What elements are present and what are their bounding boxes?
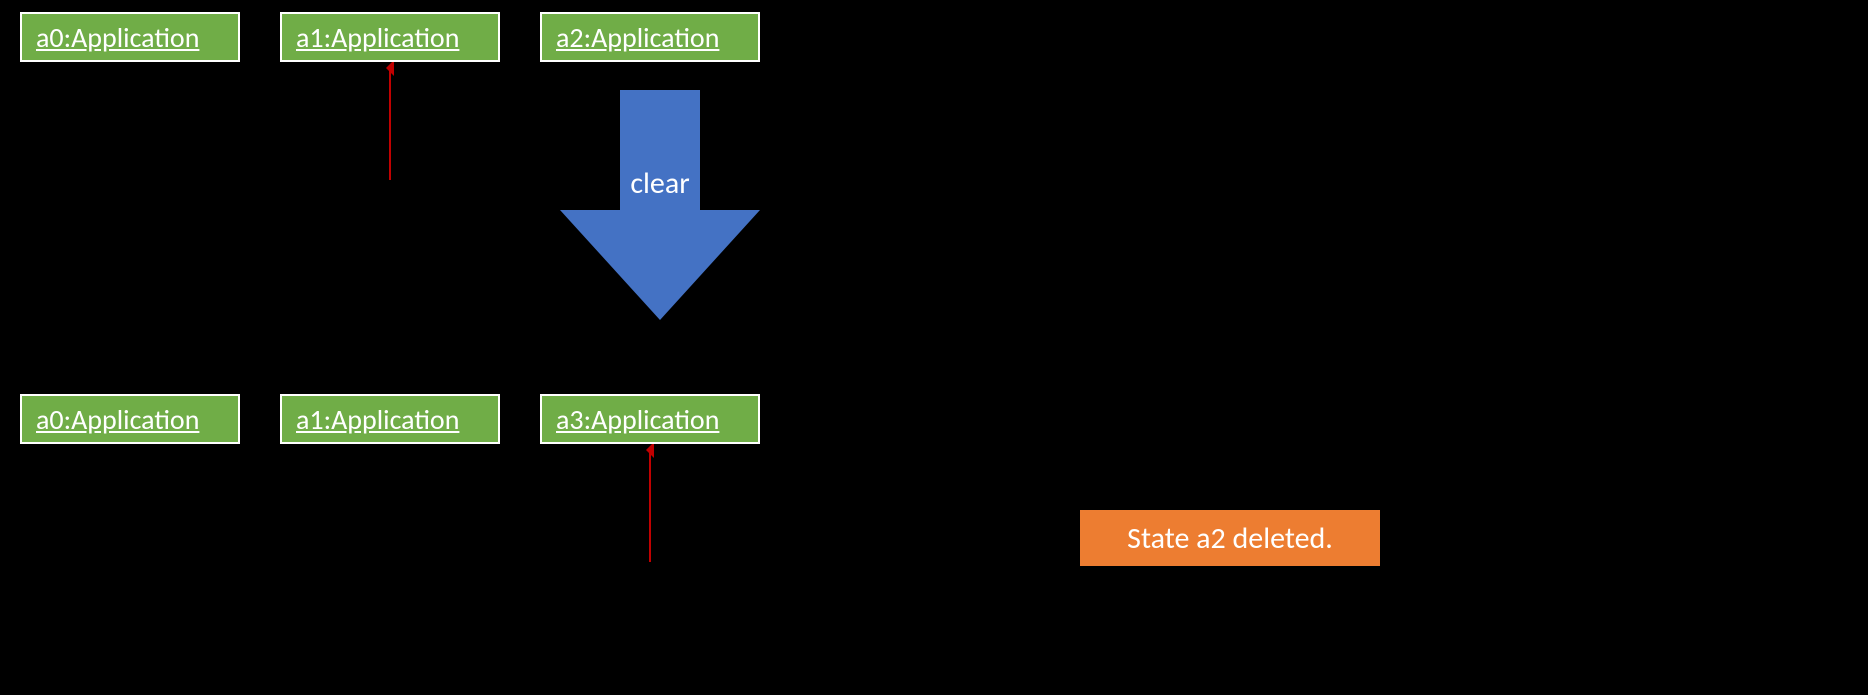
app-box-bottom-a3: a3:Application xyxy=(540,394,760,444)
app-box-bottom-a0: a0:Application xyxy=(20,394,240,444)
app-box-label: a1:Application xyxy=(296,402,459,437)
transition-arrow-icon xyxy=(560,90,760,320)
status-badge: State a2 deleted. xyxy=(1080,510,1380,566)
app-box-label: a1:Application xyxy=(296,20,459,55)
app-box-label: a2:Application xyxy=(556,20,719,55)
app-box-top-a2: a2:Application xyxy=(540,12,760,62)
transition-arrow-label: clear xyxy=(625,165,695,202)
app-box-top-a0: a0:Application xyxy=(20,12,240,62)
pointer-arrow-top xyxy=(382,62,398,182)
app-box-top-a1: a1:Application xyxy=(280,12,500,62)
status-message: State a2 deleted. xyxy=(1127,520,1333,557)
app-box-bottom-a1: a1:Application xyxy=(280,394,500,444)
pointer-arrow-bottom xyxy=(642,444,658,564)
app-box-label: a3:Application xyxy=(556,402,719,437)
app-box-label: a0:Application xyxy=(36,402,199,437)
app-box-label: a0:Application xyxy=(36,20,199,55)
